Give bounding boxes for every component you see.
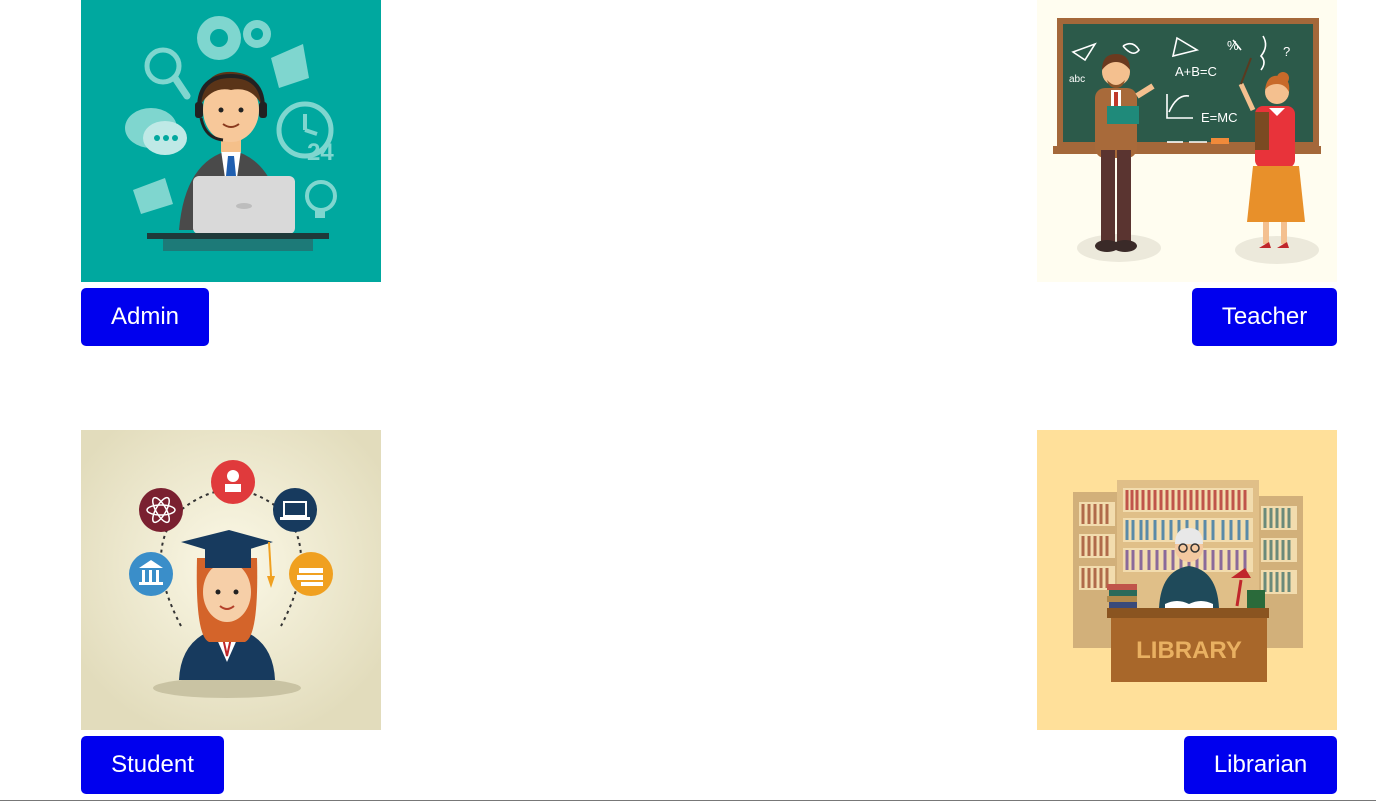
admin-illustration: 24 [81,0,381,282]
svg-text:24: 24 [307,139,334,166]
student-button[interactable]: Student [81,736,224,794]
svg-text:%: % [1227,38,1239,53]
librarian-illustration: LIBRARY [1037,430,1337,730]
student-illustration [81,430,381,730]
teacher-button[interactable]: Teacher [1192,288,1337,346]
library-desk-image: LIBRARY [1037,430,1337,730]
admin-button[interactable]: Admin [81,288,209,346]
chalkboard-teachers-image: A+B=C E=MC abc % ? [1037,0,1337,282]
librarian-button[interactable]: Librarian [1184,736,1337,794]
role-selection-page: 24 Admin A+B=C E=MC abc % ? Teacher Stud… [0,0,1376,801]
svg-text:E=MC: E=MC [1201,110,1237,125]
admin-card: 24 [81,0,381,282]
teacher-card: A+B=C E=MC abc % ? [1037,0,1337,282]
student-card [81,430,381,730]
svg-text:?: ? [1283,44,1290,59]
svg-text:abc: abc [1069,74,1085,85]
graduate-student-image [81,430,381,730]
teacher-illustration: A+B=C E=MC abc % ? [1037,0,1337,282]
support-agent-image: 24 [81,0,381,282]
library-sign-text: LIBRARY [1136,637,1242,664]
librarian-card: LIBRARY [1037,430,1337,730]
svg-text:A+B=C: A+B=C [1175,64,1217,79]
